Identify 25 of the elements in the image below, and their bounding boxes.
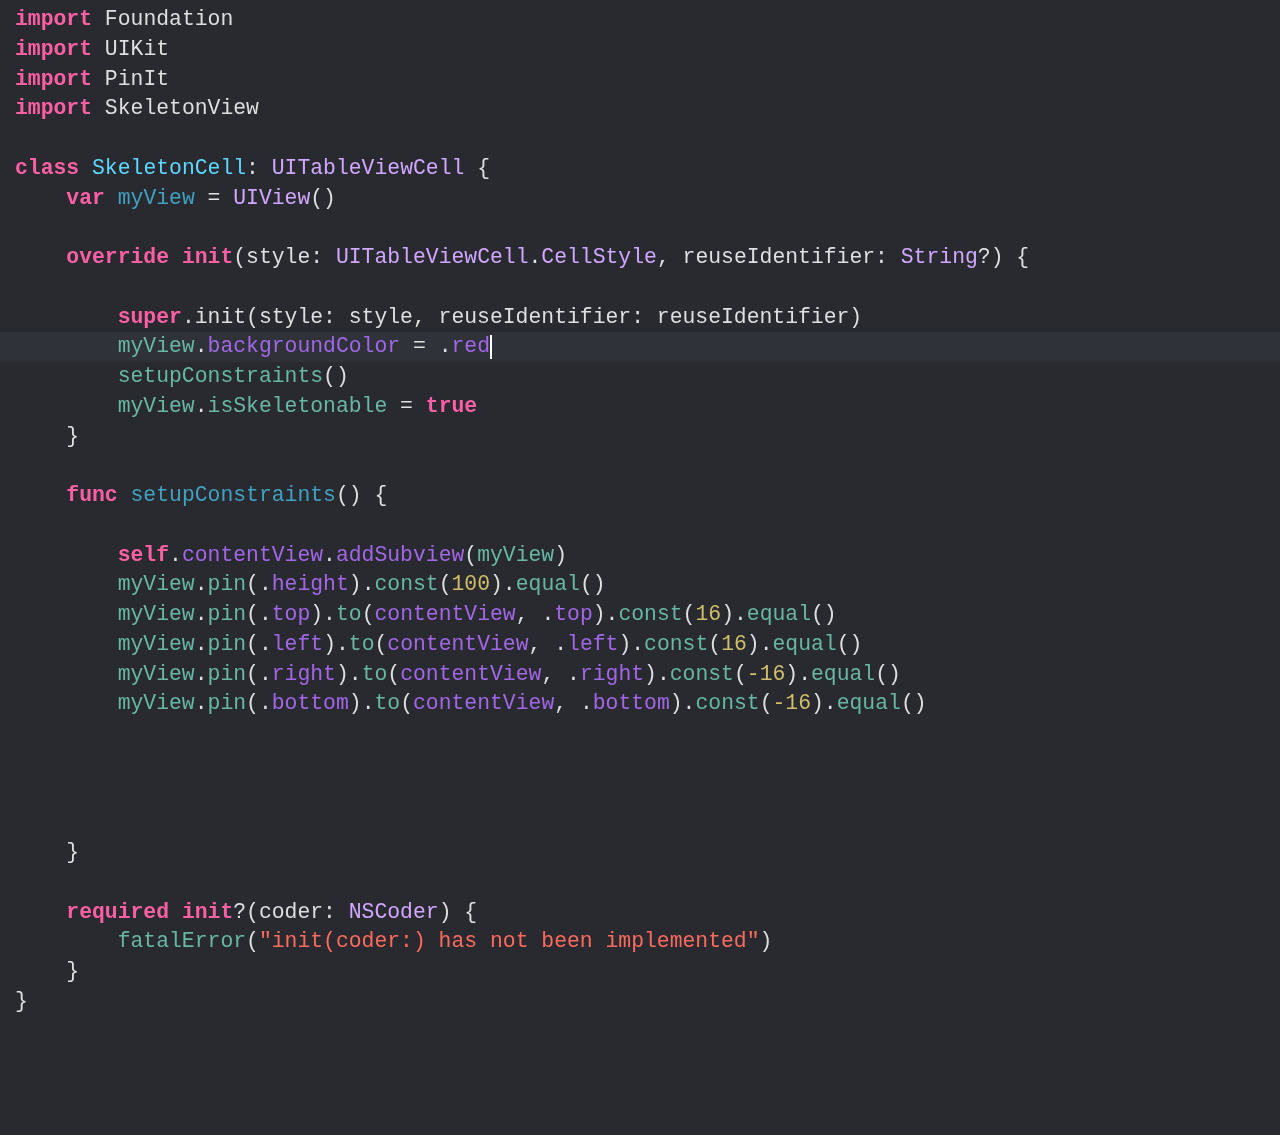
code-line: class SkeletonCell: UITableViewCell { [15,154,490,182]
code-line: self.contentView.addSubview(myView) [116,541,568,569]
code-line: } [15,987,28,1015]
code-line: myView.pin(.right).to(contentView, .right).const(-16).equal() [116,660,901,688]
code-line: myView.isSkeletonable = true [116,392,478,420]
code-line: required init?(coder: NSCoder) { [65,898,478,926]
code-line: super.init(style: style, reuseIdentifier: reuseIdentifier) [116,303,863,331]
code-line: fatalError("init(coder:) has not been implemented") [116,928,773,956]
code-line: import SkeletonView [15,95,259,123]
code-line: myView.backgroundColor = .red [116,333,490,361]
code-line: var myView = UIView() [65,184,336,212]
code-line: import UIKit [15,35,170,63]
code-line: myView.pin(.top).to(contentView, .top).const(16).equal() [116,601,837,628]
code-line: func setupConstraints() { [65,482,388,509]
code-line: myView.pin(.height).const(100).equal() [116,571,606,599]
code-line: myView.pin(.left).to(contentView, .left).const(16).equal() [116,630,863,658]
code-line: import PinIt [15,65,170,93]
code-line: myView.pin(.bottom).to(contentView, .bottom).const(-16).equal() [116,690,927,718]
code-line: setupConstraints() [116,363,349,390]
text-cursor [490,335,492,360]
code-line: } [65,839,80,866]
code-line: } [65,958,80,985]
code-line: } [65,422,80,450]
code-line: import Foundation [15,6,234,33]
code-line: override init(style: UITableViewCell.CellStyle, reuseIdentifier: String?) { [65,244,1030,271]
